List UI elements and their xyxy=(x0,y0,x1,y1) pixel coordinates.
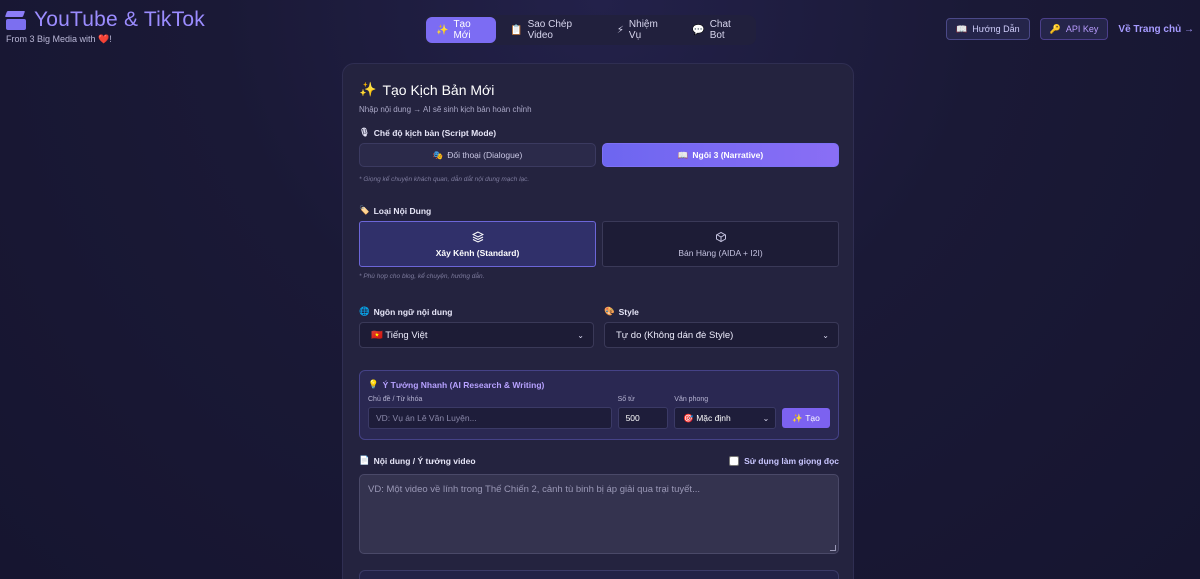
create-script-card: ✨ Tạo Kịch Bản Mới Nhập nội dung → AI sẽ… xyxy=(342,63,854,579)
layers-icon xyxy=(471,230,484,243)
sparkles-icon: ✨ xyxy=(359,81,377,97)
chevron-down-icon: ⌄ xyxy=(577,330,584,340)
topic-label: Chủ đề / Từ khóa xyxy=(368,396,423,403)
type-label: Bán Hàng (AIDA + I2I) xyxy=(678,247,763,258)
word-count-input[interactable]: 500 xyxy=(617,407,669,429)
tone-label: Văn phong xyxy=(674,396,709,403)
content-textarea[interactable]: VD: Một video về lính trong Thế Chiến 2,… xyxy=(359,474,839,554)
book-icon: 📖 xyxy=(677,149,689,160)
heart-icon: ❤️ xyxy=(98,34,110,44)
style-label-text: Style xyxy=(618,306,639,317)
content-type-label-text: Loại Nội Dung xyxy=(373,205,432,216)
tab-label: Sao Chép Video xyxy=(527,19,573,41)
content-placeholder: VD: Một video về lính trong Thế Chiến 2,… xyxy=(368,484,700,495)
style-value: Tự do (Không dán đè Style) xyxy=(616,329,734,341)
use-voice-toggle[interactable]: Sử dụng làm giọng đọc xyxy=(729,455,839,466)
tone-value: 🎯 Mặc định xyxy=(683,412,731,423)
key-icon: 🔑 xyxy=(1049,23,1061,34)
card-title-text: Tạo Kịch Bản Mới xyxy=(382,81,495,98)
content-label: 📄 Nội dung / Ý tưởng video xyxy=(359,455,476,466)
type-standard-button[interactable]: Xây Kênh (Standard) xyxy=(359,221,596,267)
top-right-actions: 📖 Hướng Dẫn 🔑 API Key Về Trang chủ → xyxy=(946,18,1194,40)
tone-select[interactable]: 🎯 Mặc định ⌄ xyxy=(674,407,777,429)
document-icon: 📄 xyxy=(359,455,370,465)
quick-create-button[interactable]: ✨ Tạo xyxy=(782,408,830,428)
quick-idea-title: 💡 Ý Tưởng Nhanh (AI Research & Writing) xyxy=(368,379,830,390)
main-nav: ✨ Tạo Mới 📋 Sao Chép Video ⚡ Nhiệm Vụ 💬 … xyxy=(424,15,756,45)
chevron-down-icon: ⌄ xyxy=(762,413,770,423)
palette-icon: 🎨 xyxy=(604,306,615,316)
brand-subtitle-text: From 3 Big Media with xyxy=(6,34,96,44)
topic-input[interactable]: VD: Vụ án Lê Văn Luyện... xyxy=(368,407,612,429)
guide-button[interactable]: 📖 Hướng Dẫn xyxy=(946,18,1030,40)
tab-chat-bot[interactable]: 💬 Chat Bot xyxy=(682,17,754,43)
sparkles-icon: ✨ xyxy=(436,24,449,36)
clapperboard-icon xyxy=(4,10,26,30)
tab-label: Nhiệm Vụ xyxy=(628,19,658,41)
brand-subtitle: From 3 Big Media with ❤️! xyxy=(6,34,205,45)
back-home-link[interactable]: Về Trang chủ → xyxy=(1118,24,1194,35)
clipboard-icon: 📋 xyxy=(510,24,523,36)
language-label-text: Ngôn ngữ nội dung xyxy=(373,306,453,317)
microphone-icon: 🎙 xyxy=(359,127,370,137)
next-section-panel xyxy=(359,570,839,579)
style-label: 🎨 Style xyxy=(604,306,839,317)
box-icon xyxy=(715,231,726,242)
mode-narrative-button[interactable]: 📖 Ngôi 3 (Narrative) xyxy=(602,143,839,167)
mode-dialogue-button[interactable]: 🎭 Đối thoại (Dialogue) xyxy=(359,143,596,167)
style-select[interactable]: Tự do (Không dán đè Style) ⌄ xyxy=(604,322,839,348)
script-mode-note: * Giọng kể chuyện khách quan, dẫn dắt nộ… xyxy=(359,176,530,183)
mode-label: Đối thoại (Dialogue) xyxy=(447,150,523,160)
content-type-note: * Phù hợp cho blog, kể chuyện, hướng dẫn… xyxy=(359,273,485,280)
tab-create-new[interactable]: ✨ Tạo Mới xyxy=(426,17,497,43)
language-style-section: 🌐 Ngôn ngữ nội dung 🇻🇳 Tiếng Việt ⌄ 🎨 St… xyxy=(359,306,839,348)
mode-label: Ngôi 3 (Narrative) xyxy=(692,150,764,160)
content-section: 📄 Nội dung / Ý tưởng video Sử dụng làm g… xyxy=(359,455,839,554)
language-label: 🌐 Ngôn ngữ nội dung xyxy=(359,306,594,317)
use-voice-label: Sử dụng làm giọng đọc xyxy=(744,455,839,466)
api-key-button[interactable]: 🔑 API Key xyxy=(1039,18,1109,40)
api-key-label: API Key xyxy=(1065,24,1099,34)
quick-idea-title-text: Ý Tưởng Nhanh (AI Research & Writing) xyxy=(382,379,545,390)
brand-title: YouTube & TikTok xyxy=(34,8,205,31)
language-value: 🇻🇳 Tiếng Việt xyxy=(371,329,428,341)
type-label: Xây Kênh (Standard) xyxy=(435,247,520,258)
lightning-icon: ⚡ xyxy=(616,24,624,36)
speech-bubble-icon: 💬 xyxy=(692,24,705,36)
theater-masks-icon: 🎭 xyxy=(432,149,444,160)
use-voice-checkbox[interactable] xyxy=(729,455,740,466)
guide-label: Hướng Dẫn xyxy=(972,24,1020,34)
script-mode-label: 🎙 Chế độ kịch bản (Script Mode) xyxy=(359,127,839,138)
card-title: ✨ Tạo Kịch Bản Mới xyxy=(359,81,837,98)
book-icon: 📖 xyxy=(956,23,968,34)
language-select[interactable]: 🇻🇳 Tiếng Việt ⌄ xyxy=(359,322,594,348)
card-subtitle: Nhập nội dung → AI sẽ sinh kịch bản hoàn… xyxy=(359,105,532,114)
resize-handle[interactable] xyxy=(830,545,836,551)
tag-icon: 🏷️ xyxy=(359,205,370,215)
tab-label: Chat Bot xyxy=(709,19,731,41)
content-type-label: 🏷️ Loại Nội Dung xyxy=(359,205,839,216)
quick-idea-panel: 💡 Ý Tưởng Nhanh (AI Research & Writing) … xyxy=(359,370,839,440)
globe-icon: 🌐 xyxy=(359,306,370,316)
word-count-label: Số từ xyxy=(617,396,635,403)
tab-copy-video[interactable]: 📋 Sao Chép Video xyxy=(500,17,603,43)
brand: YouTube & TikTok From 3 Big Media with ❤… xyxy=(4,8,205,45)
lightbulb-icon: 💡 xyxy=(368,379,379,389)
brand-subtitle-suffix: ! xyxy=(109,34,112,44)
tab-tasks[interactable]: ⚡ Nhiệm Vụ xyxy=(607,17,678,43)
content-label-text: Nội dung / Ý tưởng video xyxy=(373,455,476,466)
script-mode-label-text: Chế độ kịch bản (Script Mode) xyxy=(373,127,497,138)
chevron-down-icon: ⌄ xyxy=(822,330,829,340)
content-type-section: 🏷️ Loại Nội Dung Xây Kênh (Standard) Bán… xyxy=(359,205,839,280)
tab-label: Tạo Mới xyxy=(453,19,471,41)
type-sales-button[interactable]: Bán Hàng (AIDA + I2I) xyxy=(602,221,839,267)
script-mode-section: 🎙 Chế độ kịch bản (Script Mode) 🎭 Đối th… xyxy=(359,127,839,183)
